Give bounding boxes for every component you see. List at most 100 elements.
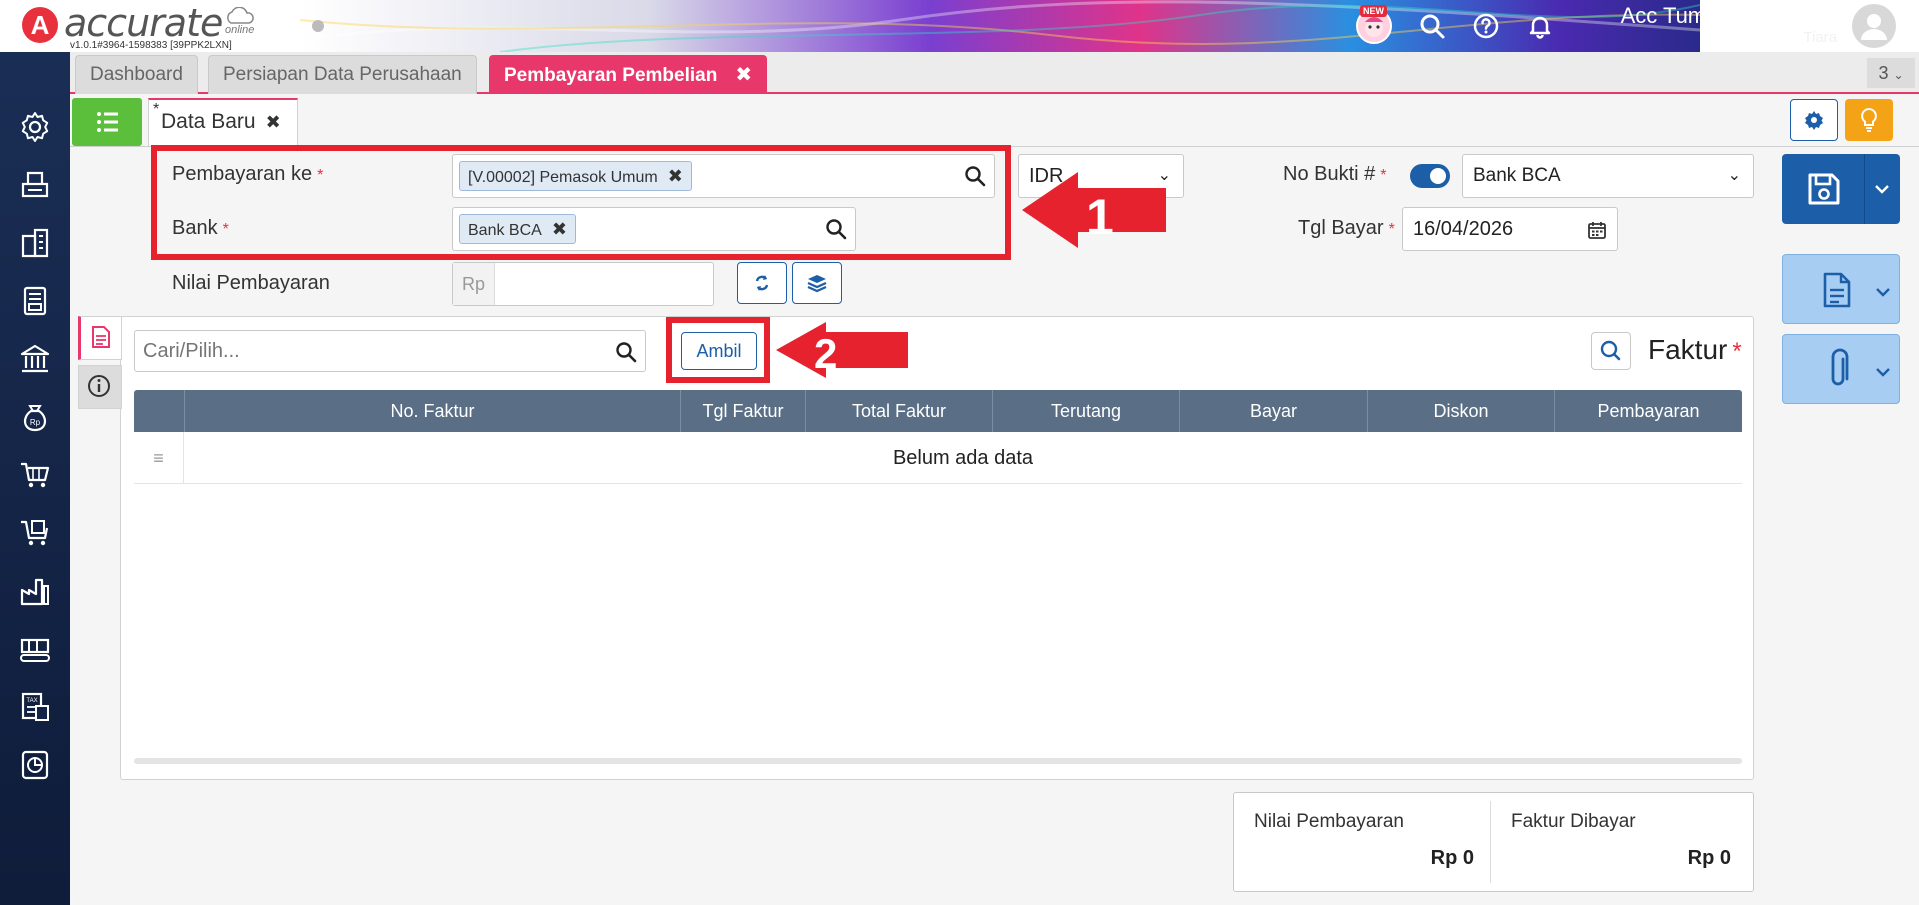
chevron-down-icon: ⌄ — [1893, 68, 1904, 82]
annotation-step-2: 2 — [814, 330, 837, 377]
button-divider — [1864, 154, 1865, 224]
building-icon[interactable] — [18, 226, 52, 260]
tab-dashboard[interactable]: Dashboard — [75, 55, 198, 94]
search-icon[interactable] — [1418, 12, 1446, 40]
summary-value: Rp 0 — [1687, 847, 1731, 869]
accurate-logo-icon: A — [22, 7, 58, 43]
user-avatar[interactable] — [1852, 4, 1896, 48]
conveyor-icon[interactable] — [18, 632, 52, 666]
whats-new-avatar[interactable]: NEW — [1356, 5, 1392, 44]
invoice-detail-tab[interactable] — [78, 316, 122, 360]
recalculate-button[interactable] — [737, 262, 787, 304]
search-icon — [1600, 340, 1621, 361]
auto-number-toggle[interactable] — [1410, 164, 1450, 188]
payment-summary: Nilai Pembayaran Rp 0 Faktur Dibayar Rp … — [1233, 792, 1754, 892]
horizontal-scrollbar[interactable] — [134, 758, 1742, 764]
help-icon[interactable] — [1472, 12, 1500, 40]
column-header[interactable]: No. Faktur — [184, 390, 680, 432]
header-actions: NEW — [1356, 4, 1554, 48]
faktur-table-header: No. Faktur Tgl Faktur Total Faktur Terut… — [134, 390, 1742, 432]
info-icon — [88, 375, 110, 397]
report-icon[interactable] — [18, 748, 52, 782]
ambil-button[interactable]: Ambil — [681, 332, 757, 370]
column-header[interactable]: Terutang — [992, 390, 1179, 432]
factory-icon[interactable] — [18, 574, 52, 608]
accurate-logo[interactable]: A accurate online v1.0.1#3964-1598383 [3… — [18, 1, 278, 51]
tgl-bayar-field[interactable]: 16/04/2026 — [1402, 207, 1618, 251]
gear-icon[interactable] — [18, 110, 52, 144]
shopping-cart-icon[interactable] — [18, 516, 52, 550]
tab-pembayaran-pembelian[interactable]: Pembayaran Pembelian ✖ — [489, 55, 768, 94]
faktur-search-button[interactable] — [1591, 332, 1631, 370]
annotation-box-1 — [151, 145, 1011, 260]
tab-label: Dashboard — [90, 64, 183, 85]
logo-online-label: online — [223, 6, 257, 36]
empty-state-text: Belum ada data — [892, 447, 1034, 469]
list-view-button[interactable] — [72, 98, 142, 146]
book-icon[interactable] — [18, 284, 52, 318]
required-marker: * — [1732, 338, 1742, 365]
top-bar: A accurate online v1.0.1#3964-1598383 [3… — [0, 0, 1919, 52]
column-header[interactable]: Tgl Faktur — [680, 390, 805, 432]
summary-value: Rp 0 — [1430, 847, 1474, 869]
refresh-icon — [755, 275, 769, 291]
document-menu-button[interactable] — [1782, 254, 1900, 324]
subtab-data-baru[interactable]: * Data Baru ✖ — [148, 98, 298, 146]
settings-button[interactable] — [1790, 99, 1838, 141]
label-text: No Bukti # — [1283, 163, 1376, 185]
faktur-title: Faktur * — [1648, 334, 1742, 366]
no-bukti-select[interactable]: Bank BCA ⌄ — [1462, 154, 1754, 198]
cloud-icon — [227, 6, 254, 24]
tab-label: Persiapan Data Perusahaan — [223, 64, 462, 85]
calendar-icon[interactable] — [1587, 220, 1607, 240]
bell-icon[interactable] — [1526, 12, 1554, 40]
cart-icon[interactable] — [18, 458, 52, 492]
money-bag-icon[interactable]: Rp — [18, 400, 52, 434]
date-value: 16/04/2026 — [1413, 218, 1514, 240]
label-text: Tgl Bayar — [1298, 217, 1384, 239]
subtab-label: Data Baru — [161, 110, 256, 133]
chevron-down-icon[interactable] — [1872, 182, 1892, 196]
summary-label: Nilai Pembayaran — [1254, 811, 1404, 832]
summary-faktur-dibayar: Faktur Dibayar Rp 0 — [1491, 793, 1749, 893]
printer-icon[interactable] — [18, 168, 52, 202]
column-header[interactable]: Total Faktur — [805, 390, 992, 432]
tab-strip: Dashboard Persiapan Data Perusahaan Pemb… — [70, 52, 1919, 94]
search-icon[interactable] — [615, 341, 637, 363]
tab-persiapan-data-perusahaan[interactable]: Persiapan Data Perusahaan — [208, 55, 477, 94]
info-tab[interactable] — [78, 365, 122, 409]
user-info[interactable]: Acc Tumbuh Bersama Tiara — [1612, 2, 1837, 46]
new-badge: NEW — [1360, 5, 1387, 17]
chevron-down-icon — [1876, 288, 1890, 297]
faktur-search-field[interactable] — [134, 330, 646, 372]
unsaved-marker: * — [153, 101, 160, 118]
column-header[interactable]: Pembayaran — [1554, 390, 1742, 432]
tgl-bayar-label: Tgl Bayar * — [1298, 217, 1395, 240]
summary-nilai-pembayaran: Nilai Pembayaran Rp 0 — [1234, 793, 1492, 893]
document-icon — [92, 326, 110, 348]
left-sidebar: Rp TAX — [0, 52, 70, 905]
title-text: Faktur — [1648, 334, 1728, 365]
gear-icon — [1805, 111, 1823, 130]
save-button[interactable] — [1782, 154, 1900, 224]
attachment-menu-button[interactable] — [1782, 334, 1900, 404]
row-menu-icon[interactable]: ≡ — [134, 432, 184, 484]
column-header[interactable]: Bayar — [1179, 390, 1367, 432]
annotation-arrow-1: 1 — [1022, 172, 1166, 248]
close-icon[interactable]: ✖ — [266, 112, 281, 132]
toggle-knob — [1430, 168, 1446, 184]
tax-icon[interactable]: TAX — [18, 690, 52, 724]
tab-count-value: 3 — [1878, 63, 1889, 83]
lightbulb-icon — [1861, 107, 1877, 132]
faktur-search-input[interactable] — [143, 337, 593, 365]
close-icon[interactable]: ✖ — [735, 64, 752, 86]
bank-icon[interactable] — [18, 342, 52, 376]
chevron-down-icon: ⌄ — [1727, 167, 1741, 184]
tab-label: Pembayaran Pembelian — [504, 65, 718, 86]
column-header[interactable]: Diskon — [1367, 390, 1554, 432]
tab-count-dropdown[interactable]: 3 ⌄ — [1867, 58, 1915, 88]
tips-button[interactable] — [1845, 99, 1893, 141]
header-handle-cell — [134, 390, 184, 432]
layers-button[interactable] — [792, 262, 842, 304]
nilai-pembayaran-input[interactable]: Rp — [452, 262, 714, 306]
